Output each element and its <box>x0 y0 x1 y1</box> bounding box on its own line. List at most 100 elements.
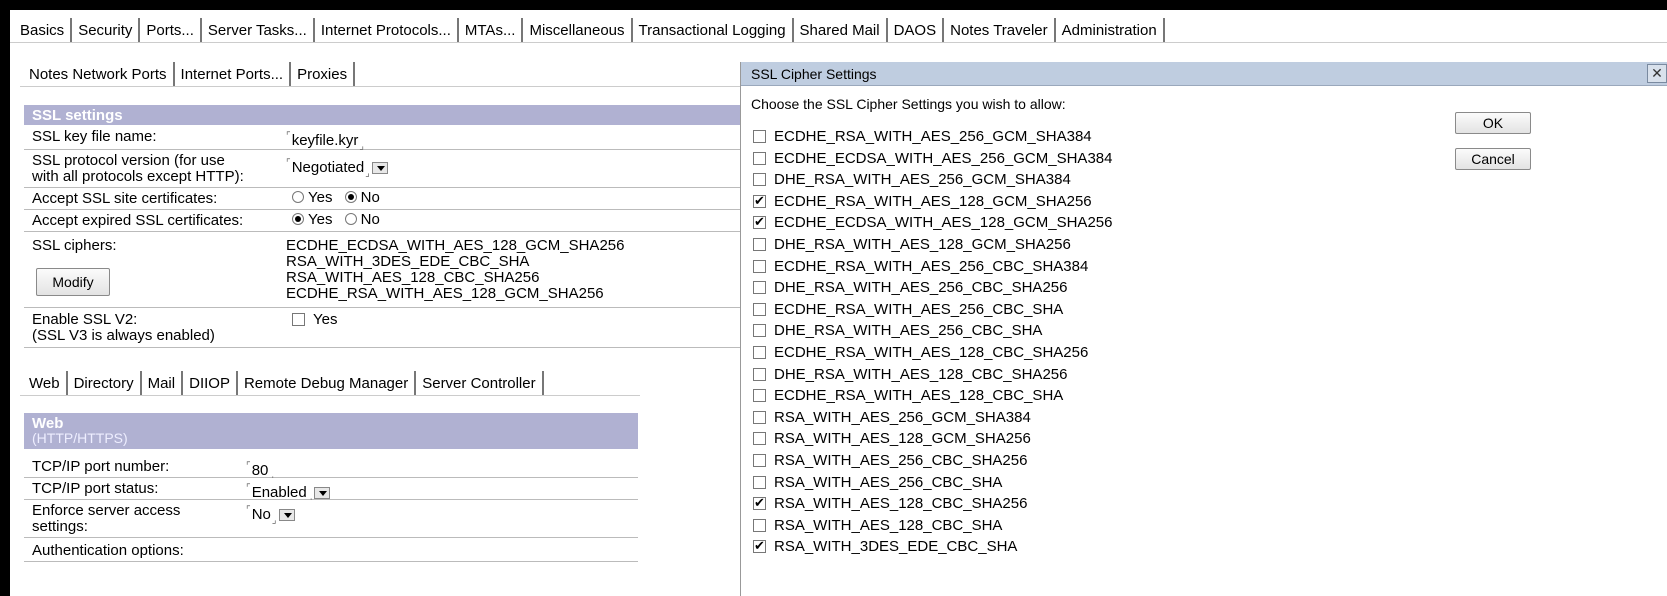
ssl-cipher-item: RSA_WITH_AES_128_CBC_SHA256 <box>286 269 540 286</box>
tab-daos[interactable]: DAOS <box>888 18 945 42</box>
cipher-option[interactable]: ECDHE_RSA_WITH_AES_256_GCM_SHA384 <box>753 126 1112 148</box>
cipher-checkbox[interactable] <box>753 324 766 338</box>
cipher-label: ECDHE_RSA_WITH_AES_256_CBC_SHA <box>774 300 1064 318</box>
cipher-option[interactable]: DHE_RSA_WITH_AES_256_CBC_SHA <box>753 320 1112 342</box>
cipher-label: DHE_RSA_WITH_AES_128_CBC_SHA256 <box>774 365 1068 383</box>
tcp-port-status-value: Enabled <box>251 484 307 501</box>
accept-expired-no-radio[interactable] <box>344 213 357 225</box>
cipher-label: RSA_WITH_3DES_EDE_CBC_SHA <box>774 538 1018 556</box>
tab-miscellaneous[interactable]: Miscellaneous <box>523 18 633 42</box>
accept-site-yes-radio[interactable] <box>292 191 304 203</box>
cipher-checkbox[interactable] <box>753 475 766 489</box>
cipher-checkbox[interactable] <box>753 193 766 209</box>
tab-shared-mail[interactable]: Shared Mail <box>794 18 888 42</box>
enable-ssl-v2-label: Enable SSL V2: (SSL V3 is always enabled) <box>32 311 215 344</box>
cipher-checkbox[interactable] <box>753 345 766 359</box>
ok-button[interactable]: OK <box>1455 112 1531 134</box>
cipher-checkbox[interactable] <box>753 410 766 424</box>
cipher-checkbox[interactable] <box>753 538 766 554</box>
cipher-checkbox[interactable] <box>753 237 766 251</box>
cancel-button[interactable]: Cancel <box>1455 148 1531 170</box>
cipher-option[interactable]: ECDHE_RSA_WITH_AES_256_CBC_SHA384 <box>753 256 1112 278</box>
tab-transactional-logging[interactable]: Transactional Logging <box>633 18 794 42</box>
cipher-checkbox[interactable] <box>753 302 766 316</box>
tab-mail[interactable]: Mail <box>142 371 184 395</box>
cipher-option[interactable]: DHE_RSA_WITH_AES_128_CBC_SHA256 <box>753 364 1112 386</box>
ports-tab-divider <box>20 86 740 87</box>
cipher-label: RSA_WITH_AES_128_GCM_SHA256 <box>774 430 1031 448</box>
ssl-ciphers-label: SSL ciphers: <box>32 237 117 254</box>
dialog-title-bar[interactable]: SSL Cipher Settings ✕ <box>741 62 1667 86</box>
cipher-label: RSA_WITH_AES_256_CBC_SHA <box>774 473 1003 491</box>
cipher-checkbox[interactable] <box>753 259 766 273</box>
main-tab-bar: Basics Security Ports... Server Tasks...… <box>20 18 1165 42</box>
tab-server-controller[interactable]: Server Controller <box>416 371 544 395</box>
tab-internet-protocols[interactable]: Internet Protocols... <box>315 18 459 42</box>
ssl-key-file-row: SSL key file name: ⌜keyfile.kyr⌟ <box>24 126 740 152</box>
accept-expired-yes-radio[interactable] <box>292 213 304 225</box>
accept-site-cert-label: Accept SSL site certificates: <box>32 190 218 207</box>
cipher-option[interactable]: ECDHE_RSA_WITH_AES_256_CBC_SHA <box>753 299 1112 321</box>
cipher-checkbox[interactable] <box>753 367 766 381</box>
tab-remote-debug-manager[interactable]: Remote Debug Manager <box>238 371 417 395</box>
cipher-option[interactable]: RSA_WITH_AES_256_CBC_SHA256 <box>753 450 1112 472</box>
accept-site-yes-label: Yes <box>308 189 333 206</box>
cipher-option[interactable]: ECDHE_RSA_WITH_AES_128_CBC_SHA256 <box>753 342 1112 364</box>
cipher-option[interactable]: ECDHE_RSA_WITH_AES_128_GCM_SHA256 <box>753 191 1112 213</box>
tcp-port-status-dropdown-icon[interactable] <box>314 487 331 500</box>
tab-basics[interactable]: Basics <box>20 18 73 42</box>
cipher-label: ECDHE_RSA_WITH_AES_128_CBC_SHA256 <box>774 343 1089 361</box>
tab-security[interactable]: Security <box>72 18 141 42</box>
accept-expired-cert-row: Accept expired SSL certificates: Yes No <box>24 210 740 232</box>
accept-site-no-radio[interactable] <box>344 191 357 203</box>
tab-internet-ports[interactable]: Internet Ports... <box>175 62 292 86</box>
cipher-option[interactable]: RSA_WITH_AES_256_CBC_SHA <box>753 472 1112 494</box>
tab-notes-network-ports[interactable]: Notes Network Ports <box>29 62 175 86</box>
tab-proxies[interactable]: Proxies <box>291 62 356 86</box>
ssl-cipher-item: RSA_WITH_3DES_EDE_CBC_SHA <box>286 253 530 270</box>
cipher-option[interactable]: ECDHE_ECDSA_WITH_AES_256_GCM_SHA384 <box>753 148 1112 170</box>
tab-web[interactable]: Web <box>29 371 68 395</box>
enforce-access-field[interactable]: ⌜No⌟ <box>246 503 295 529</box>
cipher-option[interactable]: RSA_WITH_AES_128_GCM_SHA256 <box>753 428 1112 450</box>
tab-mtas[interactable]: MTAs... <box>459 18 524 42</box>
enforce-access-dropdown-icon[interactable] <box>278 509 295 522</box>
cipher-checkbox[interactable] <box>753 173 766 187</box>
cipher-checkbox[interactable] <box>753 214 766 230</box>
tab-notes-traveler[interactable]: Notes Traveler <box>944 18 1056 42</box>
tab-server-tasks[interactable]: Server Tasks... <box>202 18 315 42</box>
cipher-option[interactable]: RSA_WITH_AES_256_GCM_SHA384 <box>753 407 1112 429</box>
cipher-option[interactable]: ECDHE_ECDSA_WITH_AES_128_GCM_SHA256 <box>753 212 1112 234</box>
cipher-option[interactable]: RSA_WITH_AES_128_CBC_SHA256 <box>753 493 1112 515</box>
cipher-checkbox[interactable] <box>753 495 766 511</box>
tcp-port-number-value: 80 <box>251 462 269 479</box>
cipher-checkbox[interactable] <box>753 432 766 446</box>
tab-administration[interactable]: Administration <box>1056 18 1165 42</box>
accept-expired-cert-options: Yes No <box>292 212 380 228</box>
cipher-checkbox[interactable] <box>753 518 766 532</box>
cipher-option[interactable]: DHE_RSA_WITH_AES_256_GCM_SHA384 <box>753 169 1112 191</box>
tab-directory[interactable]: Directory <box>68 371 142 395</box>
cipher-checkbox[interactable] <box>753 151 766 165</box>
accept-expired-yes-label: Yes <box>308 211 333 228</box>
cipher-option[interactable]: RSA_WITH_3DES_EDE_CBC_SHA <box>753 536 1112 558</box>
ssl-cipher-item: ECDHE_ECDSA_WITH_AES_128_GCM_SHA256 <box>286 237 625 254</box>
tcp-port-number-label: TCP/IP port number: <box>32 458 170 475</box>
cipher-checkbox[interactable] <box>753 453 766 467</box>
modify-ciphers-button[interactable]: Modify <box>36 268 110 296</box>
cipher-option[interactable]: ECDHE_RSA_WITH_AES_128_CBC_SHA <box>753 385 1112 407</box>
enforce-access-label: Enforce server access settings: <box>32 502 181 535</box>
cipher-option[interactable]: RSA_WITH_AES_128_CBC_SHA <box>753 515 1112 537</box>
ssl-protocol-dropdown-icon[interactable] <box>371 162 388 175</box>
enable-ssl-v2-checkbox[interactable] <box>292 313 305 326</box>
cipher-option[interactable]: DHE_RSA_WITH_AES_256_CBC_SHA256 <box>753 277 1112 299</box>
tab-ports[interactable]: Ports... <box>140 18 202 42</box>
cipher-checkbox[interactable] <box>753 130 766 143</box>
close-icon[interactable]: ✕ <box>1647 64 1667 83</box>
ssl-protocol-field[interactable]: ⌜Negotiated⌟ <box>286 156 388 182</box>
cipher-checkbox[interactable] <box>753 389 766 403</box>
ssl-ciphers-row: SSL ciphers: ECDHE_ECDSA_WITH_AES_128_GC… <box>24 232 740 308</box>
tab-diiop[interactable]: DIIOP <box>183 371 238 395</box>
cipher-option[interactable]: DHE_RSA_WITH_AES_128_GCM_SHA256 <box>753 234 1112 256</box>
cipher-checkbox[interactable] <box>753 281 766 295</box>
